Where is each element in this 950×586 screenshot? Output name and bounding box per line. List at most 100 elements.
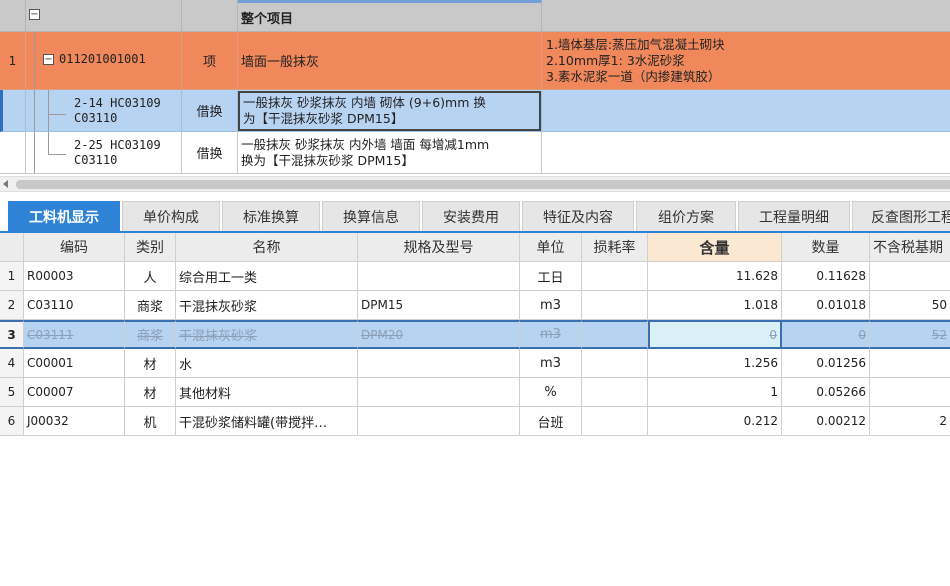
- tab-pricing-scheme[interactable]: 组价方案: [636, 201, 736, 231]
- resource-type-cell[interactable]: 材: [125, 349, 176, 378]
- scrollbar-thumb[interactable]: [16, 180, 950, 189]
- resource-row[interactable]: 5 C00007 材其他材料% 1 0.05266: [0, 378, 950, 407]
- resource-unit-cell[interactable]: %: [520, 378, 582, 407]
- resource-num-cell[interactable]: 0.11628: [782, 262, 870, 291]
- resource-type-cell[interactable]: 人: [125, 262, 176, 291]
- resource-type-cell[interactable]: 商浆: [125, 320, 176, 349]
- resource-unit-cell[interactable]: 台班: [520, 407, 582, 436]
- resource-row[interactable]: 3 C03111 商浆 干混抹灰砂浆 DPM20 m3 0 0 52: [0, 320, 950, 349]
- tab-features[interactable]: 特征及内容: [522, 201, 634, 231]
- tab-quantity-detail[interactable]: 工程量明细: [738, 201, 850, 231]
- col-unit-header[interactable]: 单位: [520, 233, 582, 262]
- col-notax-header[interactable]: 不含税基期: [870, 233, 950, 262]
- resource-qty-cell[interactable]: 1.256: [648, 349, 782, 378]
- resource-unit-cell[interactable]: m3: [520, 320, 582, 349]
- item-row[interactable]: 1 − 011201001001 项 墙面一般抹灰 1.墙体基层:蒸压加气混凝土…: [0, 32, 950, 90]
- resource-name-cell[interactable]: 水: [176, 349, 358, 378]
- col-code-header[interactable]: 编码: [24, 233, 125, 262]
- resource-code-cell[interactable]: J00032: [24, 407, 125, 436]
- resource-name-cell[interactable]: 综合用工一类: [176, 262, 358, 291]
- resource-code-cell[interactable]: C00007: [24, 378, 125, 407]
- resource-row[interactable]: 2 C03110 商浆 干混抹灰砂浆 DPM15 m3 1.018 0.01018 50: [0, 291, 950, 320]
- col-loss-header[interactable]: 损耗率: [582, 233, 648, 262]
- col-spec-header[interactable]: 规格及型号: [358, 233, 520, 262]
- project-header-label: 整个项目: [238, 0, 542, 32]
- scroll-left-icon[interactable]: [3, 180, 8, 188]
- resource-loss-cell[interactable]: [582, 262, 648, 291]
- resource-unit-cell[interactable]: m3: [520, 349, 582, 378]
- resource-type-cell[interactable]: 材: [125, 378, 176, 407]
- col-type-header[interactable]: 类别: [125, 233, 176, 262]
- grid-header-row: − 整个项目: [0, 0, 950, 32]
- detail-tabs: 工料机显示 单价构成 标准换算 换算信息 安装费用 特征及内容 组价方案 工程量…: [0, 198, 950, 233]
- resource-num-cell[interactable]: 0.05266: [782, 378, 870, 407]
- item-grid: − 整个项目 1 − 011201001001 项 墙面一般抹灰 1.墙体基层:…: [0, 0, 950, 174]
- tab-reverse-graphic[interactable]: 反查图形工程量: [852, 201, 950, 231]
- col-quantity-header[interactable]: 数量: [782, 233, 870, 262]
- resource-notax-cell[interactable]: [870, 349, 950, 378]
- sub-item-row[interactable]: 2-14 HC03109 C03110 借换 一般抹灰 砂浆抹灰 内墙 砌体 (…: [0, 90, 950, 132]
- resource-name-cell[interactable]: 其他材料: [176, 378, 358, 407]
- resource-loss-cell[interactable]: [582, 407, 648, 436]
- resource-num-cell[interactable]: 0: [782, 320, 870, 349]
- resource-idx-cell: 4: [0, 349, 24, 378]
- resource-name-cell[interactable]: 干混抹灰砂浆: [176, 320, 358, 349]
- sub-item-name: 一般抹灰 砂浆抹灰 内外墙 墙面 每增减1mm 换为【干混抹灰砂浆 DPM15】: [241, 136, 490, 168]
- resource-header-row: 编码 类别 名称 规格及型号 单位 损耗率 含量 数量 不含税基期: [0, 233, 950, 262]
- resource-loss-cell[interactable]: [582, 349, 648, 378]
- resource-idx-cell: 3: [0, 320, 24, 349]
- resource-row[interactable]: 1 R00003 人综合用工一类 工日 11.628 0.11628: [0, 262, 950, 291]
- resource-name-cell[interactable]: 干混砂浆储料罐(带搅拌…: [176, 407, 358, 436]
- resource-loss-cell[interactable]: [582, 320, 648, 349]
- resource-unit-cell[interactable]: 工日: [520, 262, 582, 291]
- resource-notax-cell[interactable]: [870, 262, 950, 291]
- resource-code-cell[interactable]: R00003: [24, 262, 125, 291]
- resource-notax-cell[interactable]: 50: [870, 291, 950, 320]
- resource-qty-cell[interactable]: 0.212: [648, 407, 782, 436]
- tab-unit-price[interactable]: 单价构成: [122, 201, 220, 231]
- tab-labor-material-machine[interactable]: 工料机显示: [8, 201, 120, 231]
- resource-idx-cell: 2: [0, 291, 24, 320]
- resource-name-cell[interactable]: 干混抹灰砂浆: [176, 291, 358, 320]
- item-name: 墙面一般抹灰: [238, 32, 542, 90]
- resource-num-cell[interactable]: 0.01018: [782, 291, 870, 320]
- resource-notax-cell[interactable]: 2: [870, 407, 950, 436]
- resource-spec-cell[interactable]: [358, 378, 520, 407]
- resource-notax-cell[interactable]: 52: [870, 320, 950, 349]
- tab-install-fee[interactable]: 安装费用: [422, 201, 520, 231]
- resource-num-cell[interactable]: 0.00212: [782, 407, 870, 436]
- resource-row[interactable]: 4 C00001 材水 m3 1.256 0.01256: [0, 349, 950, 378]
- item-features: 1.墙体基层:蒸压加气混凝土砌块 2.10mm厚1: 3水泥砂浆 3.素水泥浆一…: [546, 36, 725, 84]
- resource-code-cell[interactable]: C00001: [24, 349, 125, 378]
- resource-spec-cell[interactable]: DPM15: [358, 291, 520, 320]
- resource-unit-cell[interactable]: m3: [520, 291, 582, 320]
- resource-num-cell[interactable]: 0.01256: [782, 349, 870, 378]
- resource-spec-cell[interactable]: [358, 349, 520, 378]
- resource-qty-cell[interactable]: 11.628: [648, 262, 782, 291]
- tab-conversion-info[interactable]: 换算信息: [322, 201, 420, 231]
- resource-spec-cell[interactable]: DPM20: [358, 320, 520, 349]
- resource-qty-cell[interactable]: 0: [648, 320, 782, 349]
- sub-item-row[interactable]: 2-25 HC03109 C03110 借换 一般抹灰 砂浆抹灰 内外墙 墙面 …: [0, 132, 950, 174]
- resource-code-cell[interactable]: C03111: [24, 320, 125, 349]
- collapse-all-icon[interactable]: −: [29, 9, 40, 20]
- tab-standard-conversion[interactable]: 标准换算: [222, 201, 320, 231]
- resource-grid: 编码 类别 名称 规格及型号 单位 损耗率 含量 数量 不含税基期 1 R0000…: [0, 233, 950, 436]
- resource-notax-cell[interactable]: [870, 378, 950, 407]
- resource-type-cell[interactable]: 商浆: [125, 291, 176, 320]
- collapse-icon[interactable]: −: [43, 54, 54, 65]
- col-name-header[interactable]: 名称: [176, 233, 358, 262]
- sub-item-name-cell[interactable]: 一般抹灰 砂浆抹灰 内墙 砌体 (9+6)mm 换 为【干混抹灰砂浆 DPM15…: [238, 90, 541, 131]
- resource-qty-cell[interactable]: 1: [648, 378, 782, 407]
- resource-loss-cell[interactable]: [582, 378, 648, 407]
- horizontal-scrollbar[interactable]: [0, 176, 950, 192]
- resource-loss-cell[interactable]: [582, 291, 648, 320]
- resource-qty-cell[interactable]: 1.018: [648, 291, 782, 320]
- resource-spec-cell[interactable]: [358, 262, 520, 291]
- col-content-header[interactable]: 含量: [648, 233, 782, 262]
- sub-item-code: 2-14 HC03109 C03110: [74, 95, 161, 125]
- resource-type-cell[interactable]: 机: [125, 407, 176, 436]
- resource-code-cell[interactable]: C03110: [24, 291, 125, 320]
- resource-spec-cell[interactable]: [358, 407, 520, 436]
- resource-row[interactable]: 6 J00032 机干混砂浆储料罐(带搅拌… 台班 0.212 0.00212 2: [0, 407, 950, 436]
